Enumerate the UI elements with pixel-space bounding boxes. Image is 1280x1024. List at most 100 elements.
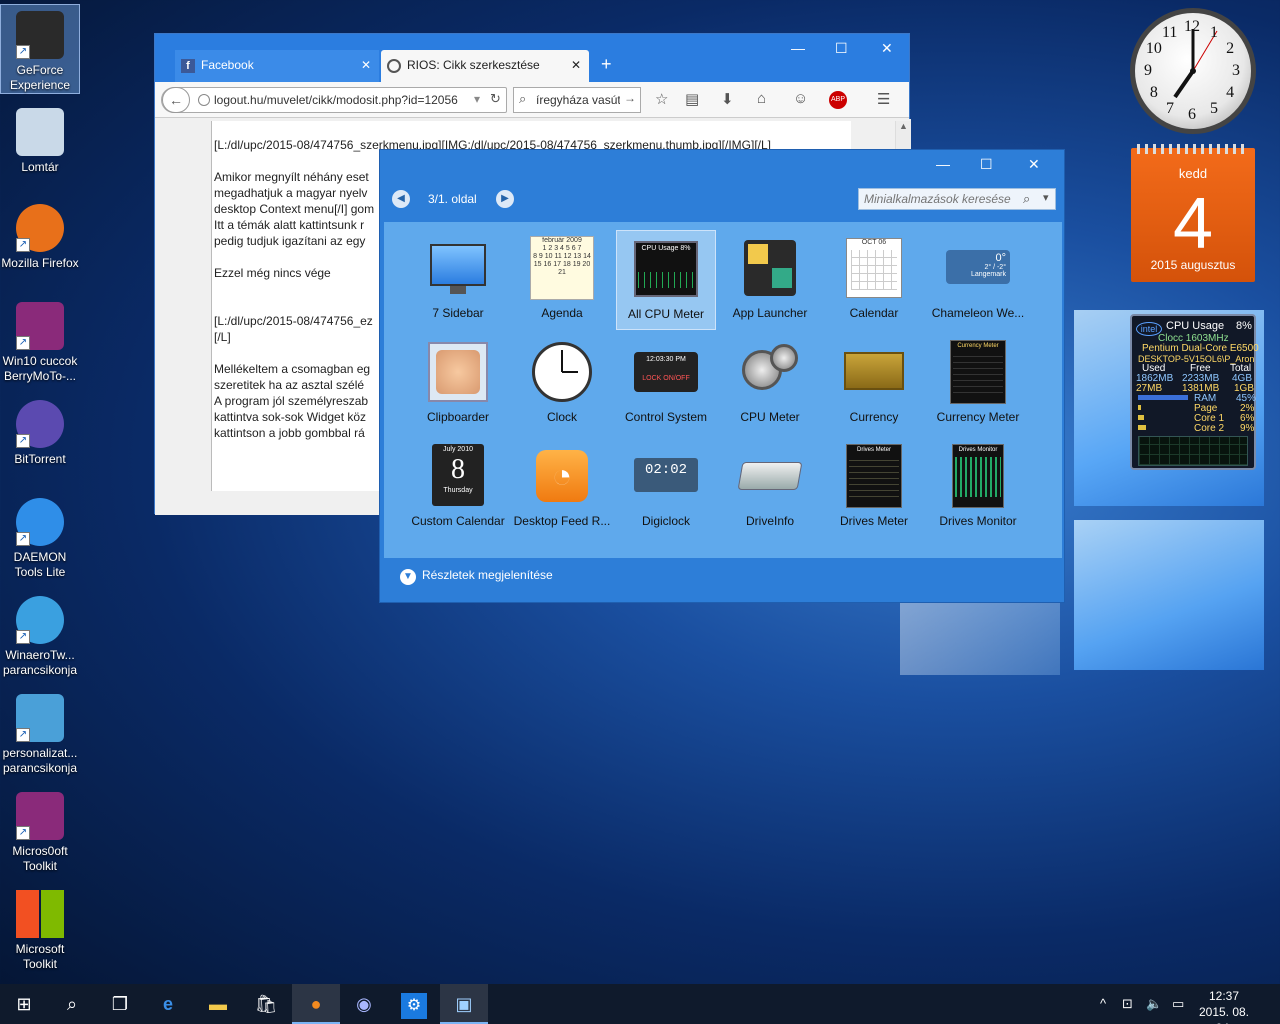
gadget-tile[interactable]: 02:02 Digiclock (616, 438, 716, 538)
calendar-weekday: kedd (1178, 166, 1208, 181)
file-explorer-icon[interactable]: ▬ (194, 984, 242, 1024)
calendar-day: 4 (1172, 184, 1214, 264)
tab-facebook[interactable]: f Facebook ✕ (175, 50, 379, 82)
action-center-icon[interactable]: ▭ (1172, 996, 1184, 1012)
wallpaper-beam (900, 600, 1060, 675)
shortcut-arrow-icon: ↗ (16, 728, 30, 742)
tray-up-chevron-icon[interactable]: ^ (1100, 996, 1106, 1011)
home-icon[interactable]: ⌂ (757, 90, 766, 107)
adblock-icon[interactable]: ABP (829, 91, 847, 109)
gadget-tile[interactable]: DriveInfo (720, 438, 820, 538)
maximize-button[interactable]: ☐ (980, 156, 993, 173)
next-page-icon[interactable]: ▶ (496, 190, 514, 208)
gadget-tile[interactable]: Currency Meter Currency Meter (928, 334, 1028, 434)
clock-gadget[interactable]: 12 1 2 3 4 5 6 7 8 9 10 11 (1130, 8, 1256, 134)
desktop-icon[interactable]: ↗ personalizat... parancsikonja (0, 688, 80, 776)
gadget-tile[interactable]: July 2010 8 Thursday Custom Calendar (408, 438, 508, 538)
reading-list-icon[interactable]: ▤ (685, 90, 699, 108)
gallery-titlebar[interactable]: — ☐ ✕ (380, 150, 1064, 180)
search-text[interactable]: íregyháza vasúta (536, 93, 620, 107)
gadget-tile[interactable]: OCT 06 Calendar (824, 230, 924, 330)
download-icon[interactable]: ⬇ (721, 90, 734, 108)
desktop-icon[interactable]: Lomtár (0, 102, 80, 175)
url-text[interactable]: logout.hu/muvelet/cikk/modosit.php?id=12… (214, 93, 464, 107)
close-button[interactable]: ✕ (881, 40, 893, 57)
go-arrow-icon[interactable]: → (624, 91, 636, 105)
close-icon[interactable]: ✕ (361, 58, 371, 72)
custom-calendar-icon: July 2010 8 Thursday (426, 444, 490, 508)
bittorrent-taskbar-icon[interactable]: ◉ (340, 984, 388, 1024)
edge-icon[interactable]: e (144, 984, 192, 1024)
firefox-navbar: ← logout.hu/muvelet/cikk/modosit.php?id=… (155, 82, 909, 118)
gadgets-taskbar-icon[interactable]: ▣ (440, 984, 488, 1024)
gadget-search[interactable]: ⌕ ▾ (858, 188, 1056, 210)
close-icon[interactable]: ✕ (571, 58, 581, 72)
gadget-tile[interactable]: CPU Meter (720, 334, 820, 434)
start-windows-icon[interactable]: ⊞ (0, 984, 48, 1024)
reload-icon[interactable]: ↻ (490, 91, 501, 107)
gadget-tile[interactable]: 7 Sidebar (408, 230, 508, 330)
task-view-icon[interactable]: ❐ (96, 984, 144, 1024)
menu-icon[interactable]: ☰ (877, 90, 890, 108)
minimize-button[interactable]: — (791, 40, 805, 56)
chat-icon[interactable]: ☺ (793, 90, 808, 107)
tab-rios[interactable]: RIOS: Cikk szerkesztése ✕ (381, 50, 589, 82)
back-arrow-icon[interactable]: ← (162, 87, 190, 113)
dropdown-icon[interactable]: ▾ (1043, 191, 1049, 204)
network-icon[interactable]: ⊡ (1122, 996, 1133, 1012)
desktop-icon[interactable]: Microsoft Toolkit (0, 884, 80, 972)
gadget-label: Agenda (541, 306, 583, 320)
store-icon[interactable]: 🛍 (242, 984, 290, 1024)
maximize-button[interactable]: ☐ (835, 40, 848, 57)
geforce-icon: ↗ (16, 11, 64, 59)
settings-gear-icon[interactable]: ⚙ (390, 984, 438, 1024)
shortcut-arrow-icon: ↗ (16, 45, 30, 59)
desktop-icon-label: WinaeroTw... parancsikonja (2, 648, 78, 677)
gadget-tile[interactable]: 0° 2° / -2° Langemark Chameleon We... (928, 230, 1028, 330)
clock-number: 1 (1210, 23, 1218, 41)
gadget-tile[interactable]: Clipboarder (408, 334, 508, 434)
clock-number: 7 (1166, 100, 1174, 118)
show-details-button[interactable]: ▼ Részletek megjelenítése (400, 568, 553, 585)
search-box[interactable]: ⌕ íregyháza vasúta → (513, 87, 641, 113)
agenda-icon: február 2009 1 2 3 4 5 6 78 9 10 11 12 13… (530, 236, 594, 300)
gadget-tile[interactable]: App Launcher (720, 230, 820, 330)
taskbar-clock[interactable]: 12:37 2015. 08. 04. (1196, 988, 1252, 1024)
desktop-icon[interactable]: ↗ BitTorrent (0, 394, 80, 467)
shortcut-arrow-icon: ↗ (16, 434, 30, 448)
gadget-tile[interactable]: Drives Meter Drives Meter (824, 438, 924, 538)
firefox-titlebar[interactable]: f Facebook ✕ RIOS: Cikk szerkesztése ✕ +… (155, 34, 909, 82)
desktop-icon[interactable]: ↗ GeForce Experience (0, 4, 80, 94)
minimize-button[interactable]: — (936, 156, 950, 172)
gadget-search-input[interactable] (859, 189, 1019, 209)
url-bar[interactable]: ← logout.hu/muvelet/cikk/modosit.php?id=… (161, 87, 507, 113)
search-icon: ⌕ (1023, 191, 1031, 206)
clipboard-icon (426, 340, 490, 404)
search-icon[interactable]: ⌕ (48, 984, 96, 1024)
gadget-label: Drives Monitor (939, 514, 1017, 528)
gadget-gallery-window[interactable]: — ☐ ✕ ◀ 3/1. oldal ▶ ⌕ ▾ 7 Sidebar februá… (379, 149, 1065, 603)
gadget-tile[interactable]: Clock (512, 334, 612, 434)
dropdown-icon[interactable]: ▾ (474, 92, 480, 106)
desktop-icon[interactable]: ↗ DAEMON Tools Lite (0, 492, 80, 580)
prev-page-icon[interactable]: ◀ (392, 190, 410, 208)
gadget-tile[interactable]: ◔ Desktop Feed R... (512, 438, 612, 538)
volume-icon[interactable]: 🔈 (1146, 996, 1162, 1012)
desktop-icon[interactable]: ↗ Mozilla Firefox (0, 198, 80, 271)
firefox-taskbar-icon[interactable]: ● (292, 984, 340, 1024)
desktop-icon[interactable]: ↗ WinaeroTw... parancsikonja (0, 590, 80, 678)
scroll-up-icon[interactable]: ▲ (899, 121, 908, 131)
desktop-icon[interactable]: ↗ Micros0oft Toolkit (0, 786, 80, 874)
gadget-tile[interactable]: február 2009 1 2 3 4 5 6 78 9 10 11 12 13… (512, 230, 612, 330)
gadget-tile[interactable]: 12:03:30 PM LOCK ON/OFF Control System (616, 334, 716, 434)
desktop-icon[interactable]: ↗ Win10 cuccok BerryMoTo-... (0, 296, 80, 384)
calendar-gadget[interactable]: kedd 4 2015 augusztus (1131, 144, 1255, 282)
new-tab-button[interactable]: + (601, 54, 612, 75)
currency-icon (842, 340, 906, 404)
close-button[interactable]: ✕ (1028, 156, 1040, 173)
gadget-tile[interactable]: Drives Monitor Drives Monitor (928, 438, 1028, 538)
cpu-usage-gadget[interactable]: intel CPU Usage 8% Clocc 1603MHz Pentium… (1130, 314, 1259, 470)
bookmark-star-icon[interactable]: ☆ (655, 90, 668, 108)
gadget-tile[interactable]: CPU Usage 8% All CPU Meter (616, 230, 716, 330)
gadget-tile[interactable]: Currency (824, 334, 924, 434)
